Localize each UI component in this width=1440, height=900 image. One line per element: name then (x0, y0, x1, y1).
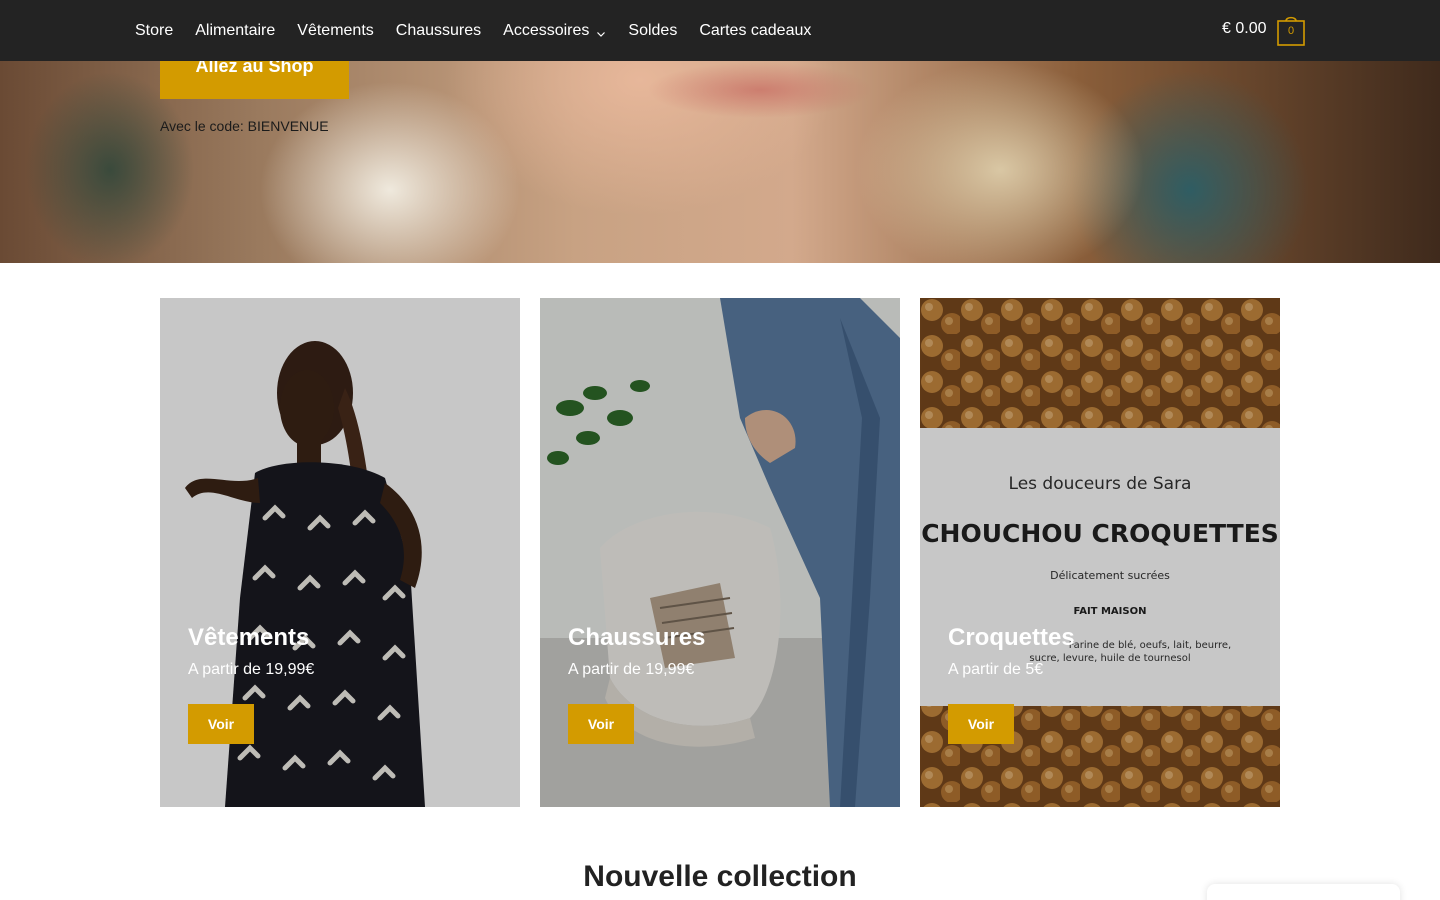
card-title: Chaussures (568, 624, 706, 651)
nav-item-label: Store (135, 21, 174, 39)
card-title: Croquettes (948, 624, 1075, 651)
category-card-croquettes[interactable]: Les douceurs de Sara CHOUCHOU CROQUETTES… (920, 298, 1280, 807)
view-button[interactable]: Voir (188, 704, 254, 744)
nav-item-label: Alimentaire (195, 21, 276, 39)
nav-item-soldes[interactable]: Soldes (628, 22, 677, 40)
nav-item-cartes-cadeaux[interactable]: Cartes cadeaux (699, 22, 811, 40)
nav-item-label: Accessoires (503, 21, 590, 39)
nav-item-chaussures[interactable]: Chaussures (396, 22, 481, 40)
card-price-text: A partir de 5€ (948, 661, 1044, 678)
card-title: Vêtements (188, 624, 310, 651)
chevron-down-icon (596, 26, 606, 37)
cart-count-badge: 0 (1287, 25, 1295, 37)
promo-code-text: Avec le code: BIENVENUE (160, 118, 329, 134)
category-card-chaussures[interactable]: Chaussures A partir de 19,99€ Voir (540, 298, 900, 807)
nav-item-label: Vêtements (297, 21, 374, 39)
nav-item-alimentaire[interactable]: Alimentaire (195, 22, 275, 40)
floating-widget[interactable] (1207, 884, 1400, 900)
main-nav: Store Alimentaire Vêtements Chaussures A… (135, 0, 833, 61)
card-price-text: A partir de 19,99€ (568, 661, 695, 678)
nav-item-label: Soldes (628, 21, 678, 39)
view-button[interactable]: Voir (948, 704, 1014, 744)
nav-item-vetements[interactable]: Vêtements (297, 22, 373, 40)
nav-item-accessoires[interactable]: Accessoires (503, 22, 606, 40)
nav-item-label: Chaussures (395, 21, 482, 39)
cart-total[interactable]: € 0.00 (1222, 20, 1266, 38)
cart-button[interactable]: 0 (1277, 15, 1305, 46)
nav-item-store[interactable]: Store (135, 22, 173, 40)
card-price-text: A partir de 19,99€ (188, 661, 315, 678)
nav-item-label: Cartes cadeaux (699, 21, 812, 39)
view-button[interactable]: Voir (568, 704, 634, 744)
site-header: Store Alimentaire Vêtements Chaussures A… (0, 0, 1440, 61)
category-card-vetements[interactable]: Vêtements A partir de 19,99€ Voir (160, 298, 520, 807)
